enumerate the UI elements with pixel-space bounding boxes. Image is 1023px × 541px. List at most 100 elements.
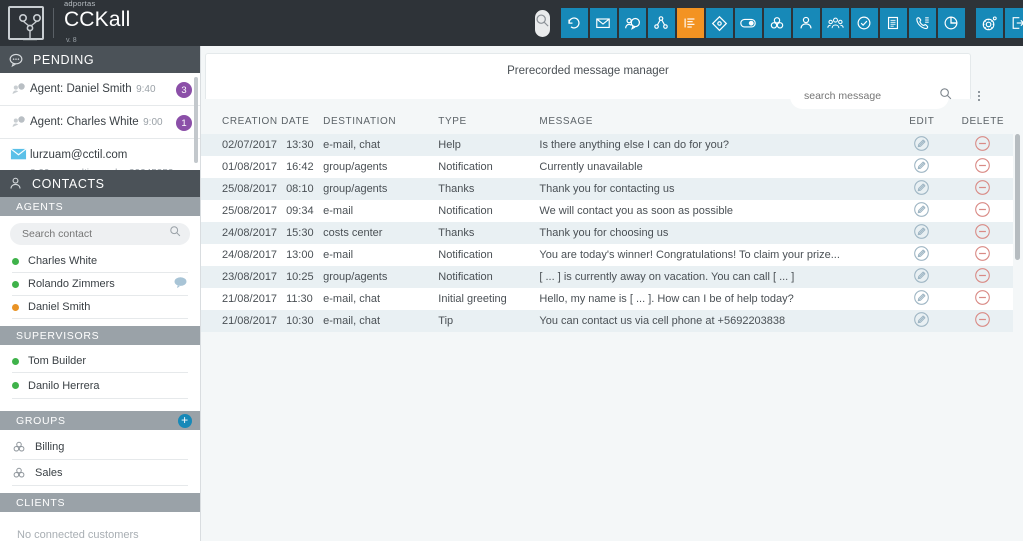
- delete-row-button[interactable]: [952, 310, 1013, 332]
- table-row[interactable]: 02/07/2017 13:30 e-mail, chat Help Is there …: [201, 134, 1013, 156]
- delete-minus-circle-icon[interactable]: [974, 245, 991, 262]
- delete-minus-circle-icon[interactable]: [974, 267, 991, 284]
- table-row[interactable]: 24/08/2017 15:30 costs center Thanks Thank y…: [201, 222, 1013, 244]
- groups-label: GROUPS: [16, 414, 66, 427]
- contact-item[interactable]: Danilo Herrera: [12, 373, 188, 399]
- tool-settings-gear-icon[interactable]: [975, 8, 1003, 38]
- table-row[interactable]: 25/08/2017 09:34 e-mail Notification We will…: [201, 200, 1013, 222]
- global-search-button[interactable]: [534, 9, 550, 37]
- edit-pencil-circle-icon[interactable]: [913, 267, 930, 284]
- edit-row-button[interactable]: [890, 310, 953, 332]
- cell-type: Notification: [438, 266, 540, 288]
- table-row[interactable]: 21/08/2017 10:30 e-mail, chat Tip You can co…: [201, 310, 1013, 332]
- group-name: Sales: [35, 466, 63, 479]
- tool-groups-icon[interactable]: [763, 8, 791, 38]
- sidebar: PENDING Agent: Daniel Smith 9:40 3 Agent…: [0, 46, 201, 541]
- edit-row-button[interactable]: [890, 244, 953, 266]
- clients-subheader: CLIENTS: [0, 493, 200, 512]
- contact-item[interactable]: Charles White: [12, 250, 188, 273]
- app-logo: adportas CCKall v. 8: [0, 0, 135, 46]
- delete-row-button[interactable]: [952, 266, 1013, 288]
- delete-minus-circle-icon[interactable]: [974, 223, 991, 240]
- status-dot-online: [12, 382, 19, 389]
- table-row[interactable]: 23/08/2017 10:25 group/agents Notification[…: [201, 266, 1013, 288]
- tool-team-icon[interactable]: [821, 8, 849, 38]
- edit-row-button[interactable]: [890, 156, 953, 178]
- cell-message: You are today's winner! Congratulations!…: [539, 244, 891, 266]
- group-item[interactable]: Billing: [12, 434, 188, 460]
- messages-scrollbar[interactable]: [1015, 134, 1020, 260]
- contact-item[interactable]: Tom Builder: [12, 350, 188, 373]
- table-row[interactable]: 21/08/2017 11:30 e-mail, chat Initial greet…: [201, 288, 1013, 310]
- edit-pencil-circle-icon[interactable]: [913, 179, 930, 196]
- edit-row-button[interactable]: [890, 200, 953, 222]
- table-row[interactable]: 01/08/2017 16:42 group/agents Notification C…: [201, 156, 1013, 178]
- tool-document-icon[interactable]: [879, 8, 907, 38]
- edit-pencil-circle-icon[interactable]: [913, 157, 930, 174]
- edit-row-button[interactable]: [890, 134, 953, 156]
- delete-minus-circle-icon[interactable]: [974, 157, 991, 174]
- edit-row-button[interactable]: [890, 288, 953, 310]
- tool-envelope-icon[interactable]: [589, 8, 617, 38]
- delete-row-button[interactable]: [952, 244, 1013, 266]
- tool-diamond-icon[interactable]: [705, 8, 733, 38]
- delete-row-button[interactable]: [952, 200, 1013, 222]
- cell-message: Thank you for contacting us: [539, 178, 891, 200]
- delete-minus-circle-icon[interactable]: [974, 201, 991, 218]
- search-contact-input[interactable]: [22, 228, 169, 240]
- search-message-input[interactable]: [804, 90, 939, 102]
- tool-agent-chat-icon[interactable]: [618, 8, 646, 38]
- column-edit: EDIT: [890, 116, 953, 134]
- add-group-button[interactable]: +: [178, 413, 192, 428]
- group-item[interactable]: Sales: [12, 460, 188, 486]
- contacts-label: CONTACTS: [32, 176, 105, 191]
- contact-item[interactable]: Rolando Zimmers: [12, 273, 188, 296]
- kebab-menu-icon[interactable]: [971, 91, 987, 101]
- delete-row-button[interactable]: [952, 288, 1013, 310]
- tool-phone-ring-icon[interactable]: [908, 8, 936, 38]
- tool-check-circle-icon[interactable]: [850, 8, 878, 38]
- edit-row-button[interactable]: [890, 266, 953, 288]
- tool-logout-icon[interactable]: [1004, 8, 1023, 38]
- search-message-field[interactable]: [790, 83, 952, 109]
- edit-pencil-circle-icon[interactable]: [913, 311, 930, 328]
- table-row[interactable]: 24/08/2017 13:00 e-mail Notification You are…: [201, 244, 1013, 266]
- chat-bubble-icon[interactable]: [173, 276, 188, 292]
- delete-row-button[interactable]: [952, 178, 1013, 200]
- tool-pie-chart-icon[interactable]: [937, 8, 965, 38]
- edit-pencil-circle-icon[interactable]: [913, 223, 930, 240]
- tool-user-icon[interactable]: [792, 8, 820, 38]
- table-row[interactable]: 25/08/2017 08:10 group/agents Thanks Thank y…: [201, 178, 1013, 200]
- pending-scrollbar[interactable]: [194, 77, 198, 163]
- delete-minus-circle-icon[interactable]: [974, 135, 991, 152]
- edit-pencil-circle-icon[interactable]: [913, 201, 930, 218]
- contact-item[interactable]: Daniel Smith: [12, 296, 188, 319]
- sidebar-section-contacts[interactable]: CONTACTS: [0, 170, 200, 197]
- edit-pencil-circle-icon[interactable]: [913, 135, 930, 152]
- messages-table-body: 02/07/2017 13:30 e-mail, chat Help Is there …: [201, 134, 1013, 332]
- supervisors-subheader: SUPERVISORS: [0, 326, 200, 345]
- pending-item[interactable]: Agent: Daniel Smith 9:40 3: [0, 73, 200, 106]
- pending-item[interactable]: lurzuam@cctil.com 8:00 consulting order …: [0, 139, 200, 170]
- delete-row-button[interactable]: [952, 156, 1013, 178]
- delete-minus-circle-icon[interactable]: [974, 289, 991, 306]
- delete-minus-circle-icon[interactable]: [974, 311, 991, 328]
- delete-row-button[interactable]: [952, 222, 1013, 244]
- tool-share-network-icon[interactable]: [647, 8, 675, 38]
- main-panel: Prerecorded message manager CREATION DAT…: [201, 46, 1023, 541]
- edit-pencil-circle-icon[interactable]: [913, 245, 930, 262]
- pending-item[interactable]: Agent: Charles White 9:00 1: [0, 106, 200, 139]
- edit-pencil-circle-icon[interactable]: [913, 289, 930, 306]
- tool-toggle-icon[interactable]: [734, 8, 762, 38]
- edit-row-button[interactable]: [890, 222, 953, 244]
- sidebar-section-pending[interactable]: PENDING: [0, 46, 200, 73]
- cell-creation-date: 25/08/2017 08:10: [201, 178, 324, 200]
- tool-history-icon[interactable]: [560, 8, 588, 38]
- cell-creation-date: 02/07/2017 13:30: [201, 134, 324, 156]
- search-contact-field[interactable]: [10, 223, 190, 245]
- cell-type: Tip: [438, 310, 540, 332]
- delete-minus-circle-icon[interactable]: [974, 179, 991, 196]
- edit-row-button[interactable]: [890, 178, 953, 200]
- tool-message-list-icon[interactable]: [676, 8, 704, 38]
- delete-row-button[interactable]: [952, 134, 1013, 156]
